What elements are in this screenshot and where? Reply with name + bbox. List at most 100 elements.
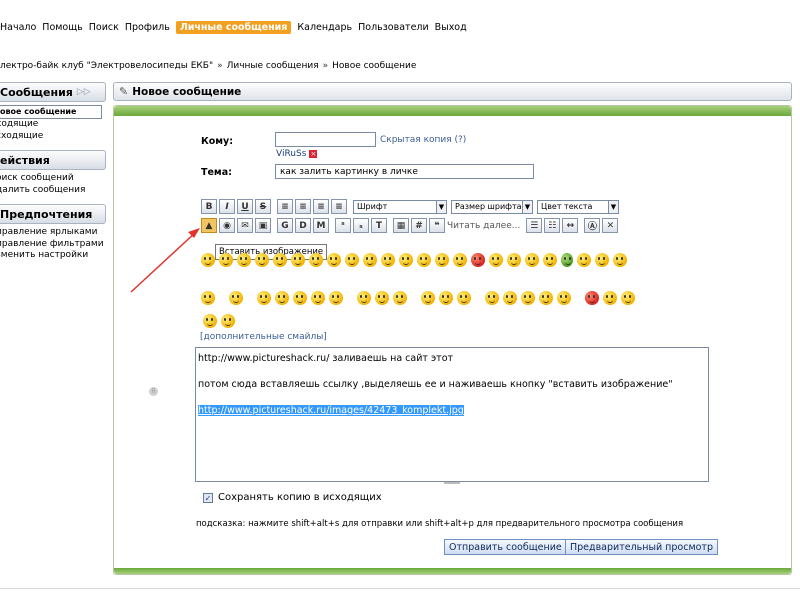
sidebar-item-new-message[interactable]: овое сообщение [0,105,102,119]
breadcrumb-new-message[interactable]: Новое сообщение [332,61,416,71]
insert-link-button[interactable]: ◉ [219,218,235,233]
save-copy-checkbox-row[interactable]: ✓ Сохранять копию в исходящих [203,492,382,503]
align-center-button[interactable]: ≡ [295,199,311,214]
resize-handle[interactable] [444,482,460,484]
drag-grip-icon[interactable]: ⠿ [149,387,158,396]
smiley-icon[interactable] [471,253,485,267]
insert-media-button[interactable]: ▣ [255,218,271,233]
smiley-icon[interactable] [375,291,389,305]
subscript-button[interactable]: ₛ [353,218,369,233]
ordered-list-button[interactable]: ☷ [544,218,561,233]
to-input[interactable] [275,132,376,147]
smiley-icon[interactable] [585,291,599,305]
smiley-icon[interactable] [201,291,215,305]
smiley-icon[interactable] [229,291,243,305]
smiley-icon[interactable] [345,253,359,267]
smiley-icon[interactable] [453,253,467,267]
smiley-icon[interactable] [561,253,573,267]
smiley-icon[interactable] [521,291,535,305]
font-size-select[interactable]: Размер шрифта ▼ [451,199,533,214]
smiley-icon[interactable] [417,253,431,267]
smiley-icon[interactable] [329,291,343,305]
sidebar-item-change-settings[interactable]: зменить настройки [0,250,106,262]
nav-home[interactable]: Начало [0,22,36,33]
italic-button[interactable]: I [219,199,235,214]
sidebar-item-inbox[interactable]: ходящие [0,119,106,131]
smiley-icon[interactable] [257,291,271,305]
sidebar-item-manage-labels[interactable]: правление ярлыками [0,227,106,239]
smiley-icon[interactable] [221,314,235,328]
smiley-icon[interactable] [539,291,553,305]
align-right-button[interactable]: ≡ [313,199,329,214]
nav-calendar[interactable]: Календарь [297,22,352,33]
strike-button[interactable]: S [255,199,271,214]
align-left-button[interactable]: ≡ [277,199,293,214]
smiley-icon[interactable] [237,253,251,267]
smiley-icon[interactable] [399,253,413,267]
smiley-icon[interactable] [275,291,289,305]
bcc-link[interactable]: Скрытая копия (?) [380,135,466,145]
smiley-icon[interactable] [421,291,435,305]
nav-profile[interactable]: Профиль [125,22,170,33]
breadcrumb-forum[interactable]: лектро-байк клуб "Электровелосипеды ЕКБ" [0,61,213,71]
sidebar-item-outbox[interactable]: сходящие [0,131,106,143]
smiley-icon[interactable] [363,253,377,267]
smiley-icon[interactable] [543,253,557,267]
align-justify-button[interactable]: ≡ [331,199,347,214]
smiley-icon[interactable] [381,253,395,267]
nav-search[interactable]: Поиск [89,22,119,33]
sidebar-item-delete-messages[interactable]: далить сообщения [0,185,106,197]
subject-input[interactable] [275,164,534,179]
sidebar-item-search-messages[interactable]: оиск сообщений [0,173,106,185]
breadcrumb-pm[interactable]: Личные сообщения [227,61,319,71]
google-button[interactable]: G [277,218,293,233]
insert-email-button[interactable]: ✉ [237,218,253,233]
smiley-icon[interactable] [503,291,517,305]
hash-button[interactable]: # [411,218,427,233]
smiley-icon[interactable] [595,253,609,267]
smiley-icon[interactable] [485,291,499,305]
remove-recipient-icon[interactable]: × [309,149,318,158]
bold-button[interactable]: B [201,199,217,214]
superscript-button[interactable]: ˢ [335,218,351,233]
insert-image-button[interactable]: ▲ [201,218,217,233]
smiley-icon[interactable] [457,291,471,305]
table-button[interactable]: ▦ [393,218,409,233]
smiley-icon[interactable] [603,291,617,305]
smiley-icon[interactable] [557,291,571,305]
smiley-icon[interactable] [203,314,217,328]
save-copy-checkbox[interactable]: ✓ [203,492,213,503]
sidebar-item-manage-filters[interactable]: правление фильтрами [0,239,106,251]
smiley-icon[interactable] [219,253,233,267]
bullet-list-button[interactable]: ☰ [526,218,543,233]
nav-logout[interactable]: Выход [435,22,467,33]
smiley-icon[interactable] [393,291,407,305]
horizontal-rule-button[interactable]: ↔ [562,218,579,233]
smiley-icon[interactable] [577,253,591,267]
smiley-icon[interactable] [327,253,341,267]
message-textarea[interactable]: http://www.pictureshack.ru/ заливаешь на… [195,347,709,482]
smiley-icon[interactable] [439,291,453,305]
toggle-mode-button[interactable]: Ⓐ [584,218,601,233]
sidebar-messages-header[interactable]: Сообщения ▷▷ [0,82,106,102]
quote-button[interactable]: ❝ [429,218,445,233]
wiki-button[interactable]: D [295,218,311,233]
font-select[interactable]: Шрифт ▼ [353,199,447,214]
smiley-icon[interactable] [291,253,305,267]
preview-button[interactable]: Предварительный просмотр [565,539,718,555]
teletype-button[interactable]: T [371,218,387,233]
smiley-icon[interactable] [507,253,521,267]
smiley-icon[interactable] [525,253,539,267]
smiley-icon[interactable] [621,291,635,305]
smiley-icon[interactable] [435,253,449,267]
smiley-icon[interactable] [309,253,323,267]
more-smileys-link[interactable]: [дополнительные смайлы] [200,332,327,342]
smiley-icon[interactable] [489,253,503,267]
underline-button[interactable]: U [237,199,253,214]
send-message-button[interactable]: Отправить сообщение [444,539,567,555]
nav-users[interactable]: Пользователи [358,22,429,33]
read-more-button[interactable]: Читать далее... [447,221,520,231]
smiley-icon[interactable] [613,253,627,267]
smiley-icon[interactable] [293,291,307,305]
nav-private-messages[interactable]: Личные сообщения [175,20,292,34]
